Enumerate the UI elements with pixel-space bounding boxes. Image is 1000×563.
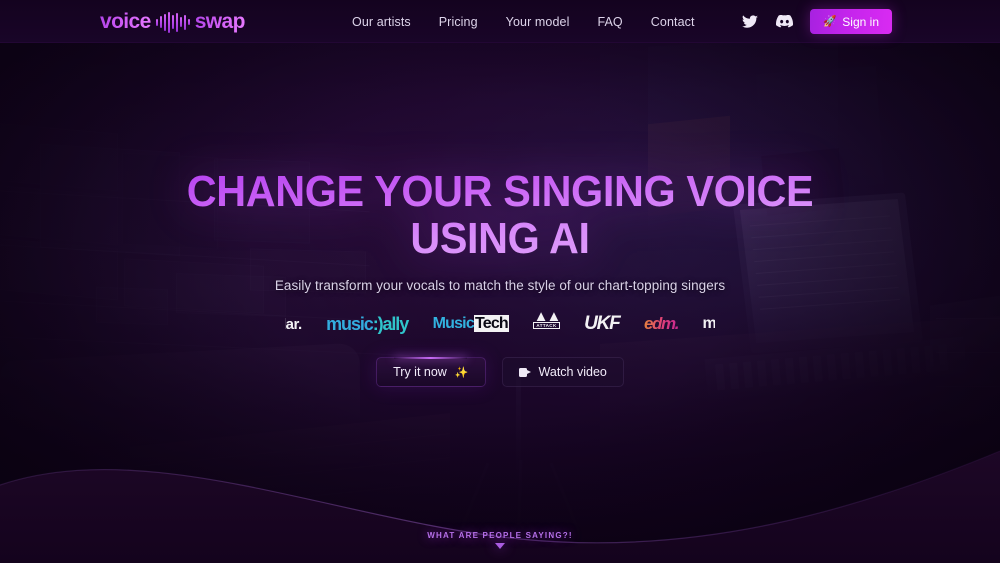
main-navigation: Our artists Pricing Your model FAQ Conta… (352, 0, 695, 43)
hero-cta-group: Try it now ✨ Watch video (376, 357, 624, 387)
sign-in-label: Sign in (842, 14, 879, 29)
hero-subtitle: Easily transform your vocals to match th… (274, 278, 726, 293)
logo[interactable]: voice swap (100, 10, 245, 34)
discord-icon[interactable] (775, 13, 793, 30)
nav-item-our-artists[interactable]: Our artists (352, 15, 411, 29)
musictech-logo: MusicTech (433, 311, 509, 337)
edm-logo-text: edm. (644, 314, 679, 333)
nav-item-faq[interactable]: FAQ (597, 15, 622, 29)
video-camera-icon (518, 367, 531, 377)
try-it-now-button[interactable]: Try it now ✨ (376, 357, 486, 387)
page-title: CHANGE YOUR SINGING VOICE USING AI (171, 168, 829, 262)
sign-in-button[interactable]: 🚀 Sign in (809, 9, 892, 34)
radar-logo: dar. (285, 311, 302, 337)
attack-magazine-logo: ▲▲ ATTACK (533, 311, 562, 337)
attack-logo-text: ATTACK (533, 322, 560, 329)
logo-text-swap: swap (194, 10, 246, 33)
hero-section: CHANGE YOUR SINGING VOICE USING AI Easil… (0, 43, 1000, 473)
rocket-icon: 🚀 (822, 15, 837, 29)
waveform-icon (155, 11, 190, 33)
music-ally-logo-text: music:)ally (326, 313, 409, 334)
twitter-icon[interactable] (742, 13, 759, 30)
logo-text-voice: voice (100, 10, 151, 33)
radar-logo-text: dar. (285, 315, 302, 333)
ukf-logo: UKF (584, 311, 621, 337)
music-ally-logo: music:)ally (326, 311, 409, 337)
ukf-logo-text: UKF (584, 313, 621, 334)
mountain-icon: ▲▲ (533, 311, 562, 325)
nav-item-contact[interactable]: Contact (651, 15, 695, 29)
press-logos: dar. music:)ally MusicTech ▲▲ ATTACK UKF… (285, 311, 715, 337)
site-header: voice swap Our artists Pricing Your mode… (0, 0, 1000, 43)
headline-line-2: USING AI (410, 214, 590, 263)
watch-video-button[interactable]: Watch video (501, 357, 624, 387)
musictech-logo-text: MusicTech (432, 315, 509, 332)
edm-logo: edm. (644, 311, 679, 337)
mu-logo: mu (703, 311, 715, 337)
nav-item-your-model[interactable]: Your model (506, 15, 570, 29)
chevron-down-icon[interactable] (495, 543, 505, 549)
header-actions: 🚀 Sign in (742, 0, 892, 43)
scroll-hint[interactable]: WHAT ARE PEOPLE SAYING?! (0, 531, 1000, 549)
headline-line-1: CHANGE YOUR SINGING VOICE (186, 167, 814, 216)
scroll-hint-label: WHAT ARE PEOPLE SAYING?! (427, 531, 573, 540)
nav-item-pricing[interactable]: Pricing (439, 15, 478, 29)
sparkles-icon: ✨ (454, 366, 469, 379)
mu-logo-text: mu (702, 315, 715, 332)
try-it-now-label: Try it now (393, 365, 447, 379)
watch-video-label: Watch video (538, 365, 607, 379)
landing-page: voice swap Our artists Pricing Your mode… (0, 0, 1000, 563)
